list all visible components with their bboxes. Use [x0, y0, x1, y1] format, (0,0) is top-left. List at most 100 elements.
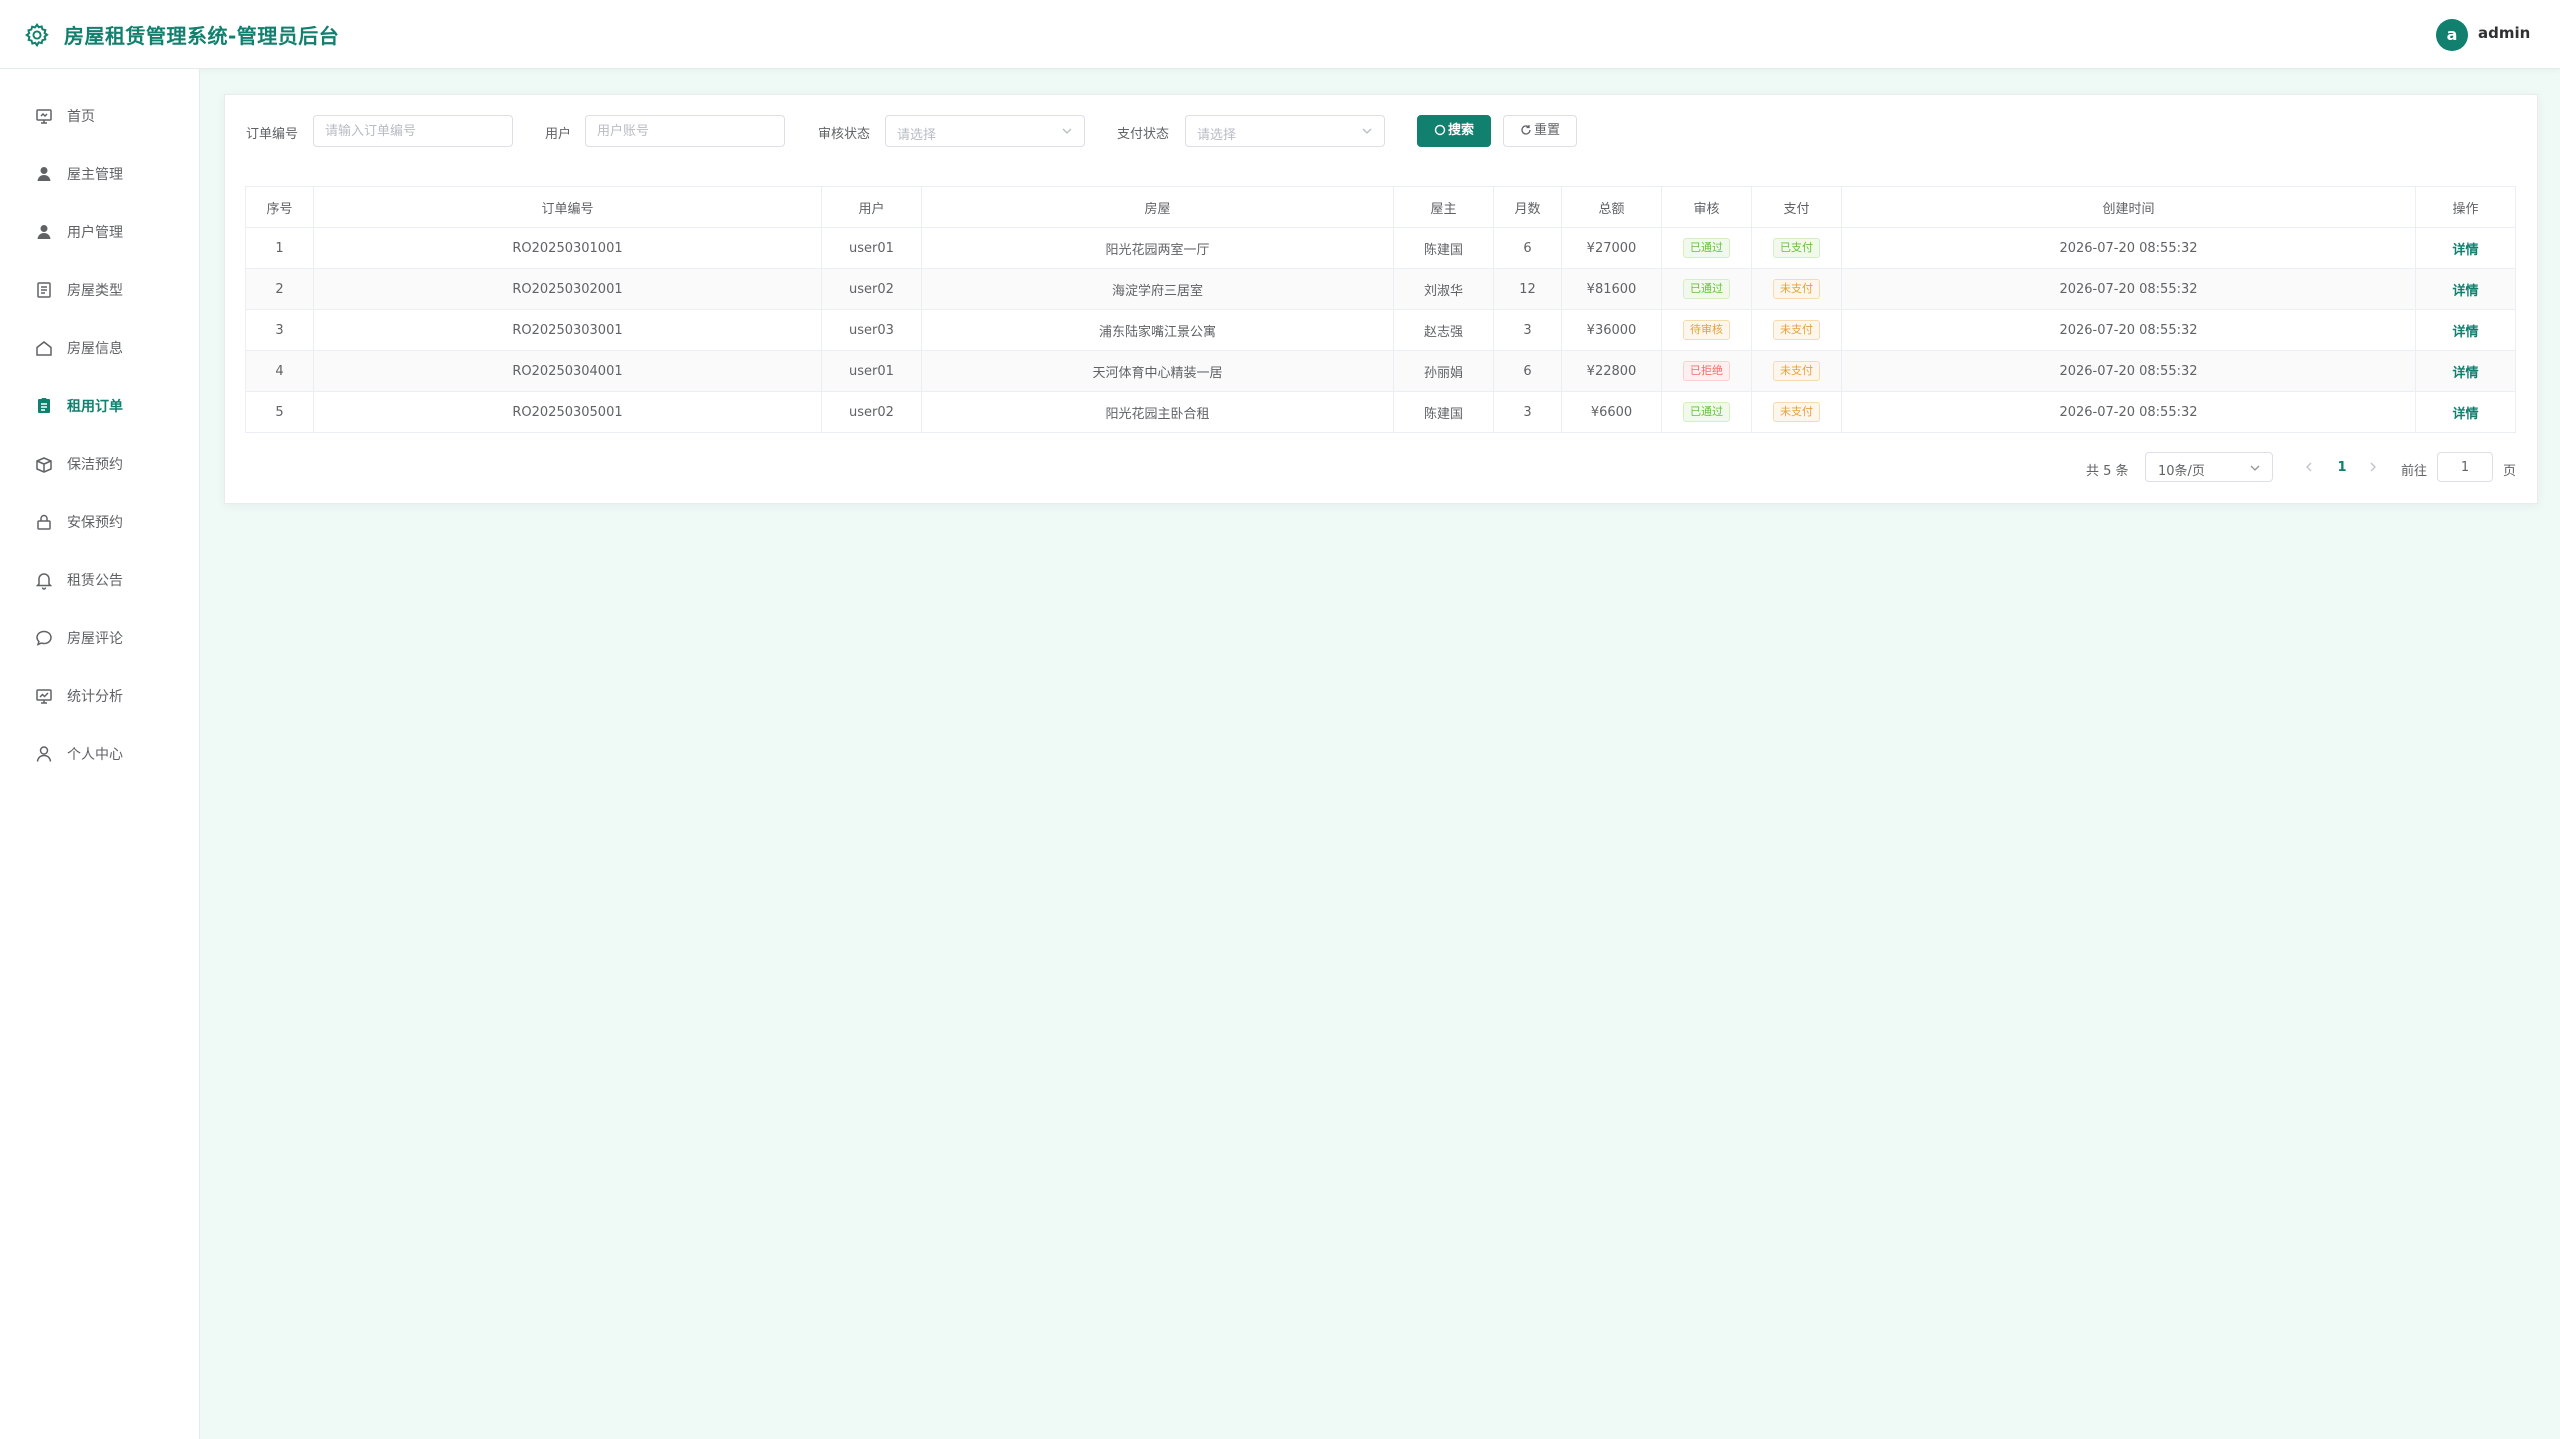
column-header: 月数 — [1493, 186, 1562, 228]
user-account-cell: user02 — [821, 268, 922, 310]
lock-icon — [37, 514, 51, 530]
chevron-down-icon — [1062, 128, 1072, 134]
page-size-value: 10条/页 — [2158, 464, 2205, 479]
reset-button[interactable]: 重置 — [1503, 115, 1577, 147]
order-no-input[interactable] — [313, 115, 513, 147]
audit-status-cell: 已通过 — [1661, 268, 1752, 310]
audit-status-placeholder: 请选择 — [897, 128, 937, 143]
owner-name-cell: 孙丽娟 — [1393, 350, 1494, 392]
created-time-cell: 2026-07-20 08:55:32 — [1841, 309, 2416, 351]
sidebar: 首页屋主管理用户管理房屋类型 房屋信息 租用订单 保洁预约 安保预约租赁公告房屋评论统计… — [0, 69, 200, 1439]
detail-link[interactable]: 详情 — [2452, 325, 2478, 340]
username[interactable]: admin — [2478, 24, 2530, 42]
row-index-cell: 1 — [245, 227, 314, 269]
home-monitor-icon — [36, 109, 52, 124]
sidebar-item[interactable]: 房屋评论 — [0, 609, 199, 667]
pay-status-placeholder: 请选择 — [1197, 128, 1237, 143]
box-icon — [36, 457, 52, 473]
sidebar-item[interactable]: 个人中心 — [0, 725, 199, 783]
house-name-cell: 阳光花园主卧合租 — [921, 391, 1394, 433]
order-no-label: 订单编号 — [246, 127, 299, 142]
column-header: 房屋 — [921, 186, 1394, 228]
detail-link-cell: 详情 — [2415, 268, 2516, 310]
table-row: 3 RO20250303001 user03 浦东陆家嘴江景公寓 赵志强 3 ¥36000 待… — [245, 309, 2516, 351]
owner-name-cell: 刘淑华 — [1393, 268, 1494, 310]
sidebar-item[interactable]: 安保预约 — [0, 493, 199, 551]
sidebar-item[interactable]: 用户管理 — [0, 203, 199, 261]
user-account-cell: user03 — [821, 309, 922, 351]
sidebar-item[interactable]: 租赁公告 — [0, 551, 199, 609]
gear-icon — [25, 23, 49, 48]
detail-link[interactable]: 详情 — [2452, 366, 2478, 381]
audit-status-cell: 已通过 — [1661, 391, 1752, 433]
months-cell: 6 — [1493, 227, 1562, 269]
search-button[interactable]: 搜索 — [1417, 115, 1491, 147]
search-button-label: 搜索 — [1447, 123, 1474, 138]
sidebar-item[interactable]: 房屋类型 — [0, 261, 199, 319]
pay-status-tag: 已支付 — [1773, 238, 1820, 258]
notebook-icon — [37, 282, 51, 298]
sidebar-item[interactable]: 房屋信息 — [0, 319, 199, 377]
sidebar-item[interactable]: 租用订单 — [0, 377, 199, 435]
column-header: 操作 — [2415, 186, 2516, 228]
total-amount-cell: ¥36000 — [1561, 309, 1662, 351]
table-row: 4 RO20250304001 user01 天河体育中心精装一居 孙丽娟 6 ¥22800… — [245, 350, 2516, 392]
pay-status-cell: 未支付 — [1751, 350, 1842, 392]
months-cell: 12 — [1493, 268, 1562, 310]
chat-icon — [36, 630, 52, 646]
column-header: 创建时间 — [1841, 186, 2416, 228]
page-number-current[interactable]: 1 — [2329, 460, 2355, 475]
table-row: 1 RO20250301001 user01 阳光花园两室一厅 陈建国 6 ¥27000 已通… — [245, 227, 2516, 269]
months-cell: 3 — [1493, 309, 1562, 351]
page-size-select[interactable]: 10条/页 — [2145, 452, 2273, 482]
detail-link[interactable]: 详情 — [2452, 284, 2478, 299]
detail-link[interactable]: 详情 — [2452, 243, 2478, 258]
app-title: 房屋租赁管理系统-管理员后台 — [64, 24, 340, 48]
sidebar-item[interactable]: 首页 — [0, 87, 199, 145]
sidebar-item-label: 租赁公告 — [67, 573, 123, 589]
user-account-cell: user01 — [821, 227, 922, 269]
total-amount-cell: ¥6600 — [1561, 391, 1662, 433]
house-icon — [36, 341, 52, 356]
order-number-cell: RO20250303001 — [313, 309, 822, 351]
user-account-cell: user01 — [821, 350, 922, 392]
audit-status-tag: 待审核 — [1683, 320, 1730, 340]
goto-label: 前往 — [2401, 464, 2428, 479]
next-page-icon[interactable] — [2363, 457, 2383, 477]
sidebar-item-label: 房屋评论 — [67, 631, 123, 647]
goto-page-input[interactable] — [2437, 452, 2493, 482]
sidebar-item[interactable]: 统计分析 — [0, 667, 199, 725]
prev-page-icon[interactable] — [2299, 457, 2319, 477]
sidebar-item-label: 用户管理 — [67, 225, 123, 241]
bell-icon — [35, 573, 53, 590]
sidebar-item[interactable]: 屋主管理 — [0, 145, 199, 203]
row-index-cell: 4 — [245, 350, 314, 392]
order-number-cell: RO20250304001 — [313, 350, 822, 392]
pay-status-cell: 已支付 — [1751, 227, 1842, 269]
sidebar-item[interactable]: 保洁预约 — [0, 435, 199, 493]
top-header: 房屋租赁管理系统-管理员后台 a admin — [0, 0, 2560, 69]
audit-status-cell: 已通过 — [1661, 227, 1752, 269]
detail-link-cell: 详情 — [2415, 391, 2516, 433]
audit-status-tag: 已拒绝 — [1683, 361, 1730, 381]
search-icon — [1434, 124, 1446, 135]
chevron-down-icon — [2250, 465, 2260, 471]
row-index-cell: 2 — [245, 268, 314, 310]
months-cell: 3 — [1493, 391, 1562, 433]
pay-status-cell: 未支付 — [1751, 309, 1842, 351]
total-amount-cell: ¥27000 — [1561, 227, 1662, 269]
audit-status-select[interactable]: 请选择 — [885, 115, 1085, 147]
audit-status-tag: 已通过 — [1683, 279, 1730, 299]
user-input[interactable] — [585, 115, 785, 147]
sidebar-item-label: 首页 — [67, 109, 95, 125]
pay-status-tag: 未支付 — [1773, 320, 1820, 340]
order-table: 序号 订单编号 用户 房屋 屋主 月数 总额 审核 支付 创建时间 操作 1 RO2025030100… — [245, 186, 2516, 433]
months-cell: 6 — [1493, 350, 1562, 392]
user-label: 用户 — [545, 127, 572, 142]
sidebar-item-label: 个人中心 — [67, 747, 123, 763]
pay-status-select[interactable]: 请选择 — [1185, 115, 1385, 147]
user-solid-icon — [37, 225, 51, 239]
sidebar-item-label: 统计分析 — [67, 689, 123, 705]
avatar[interactable]: a — [2436, 19, 2468, 51]
detail-link[interactable]: 详情 — [2452, 407, 2478, 422]
